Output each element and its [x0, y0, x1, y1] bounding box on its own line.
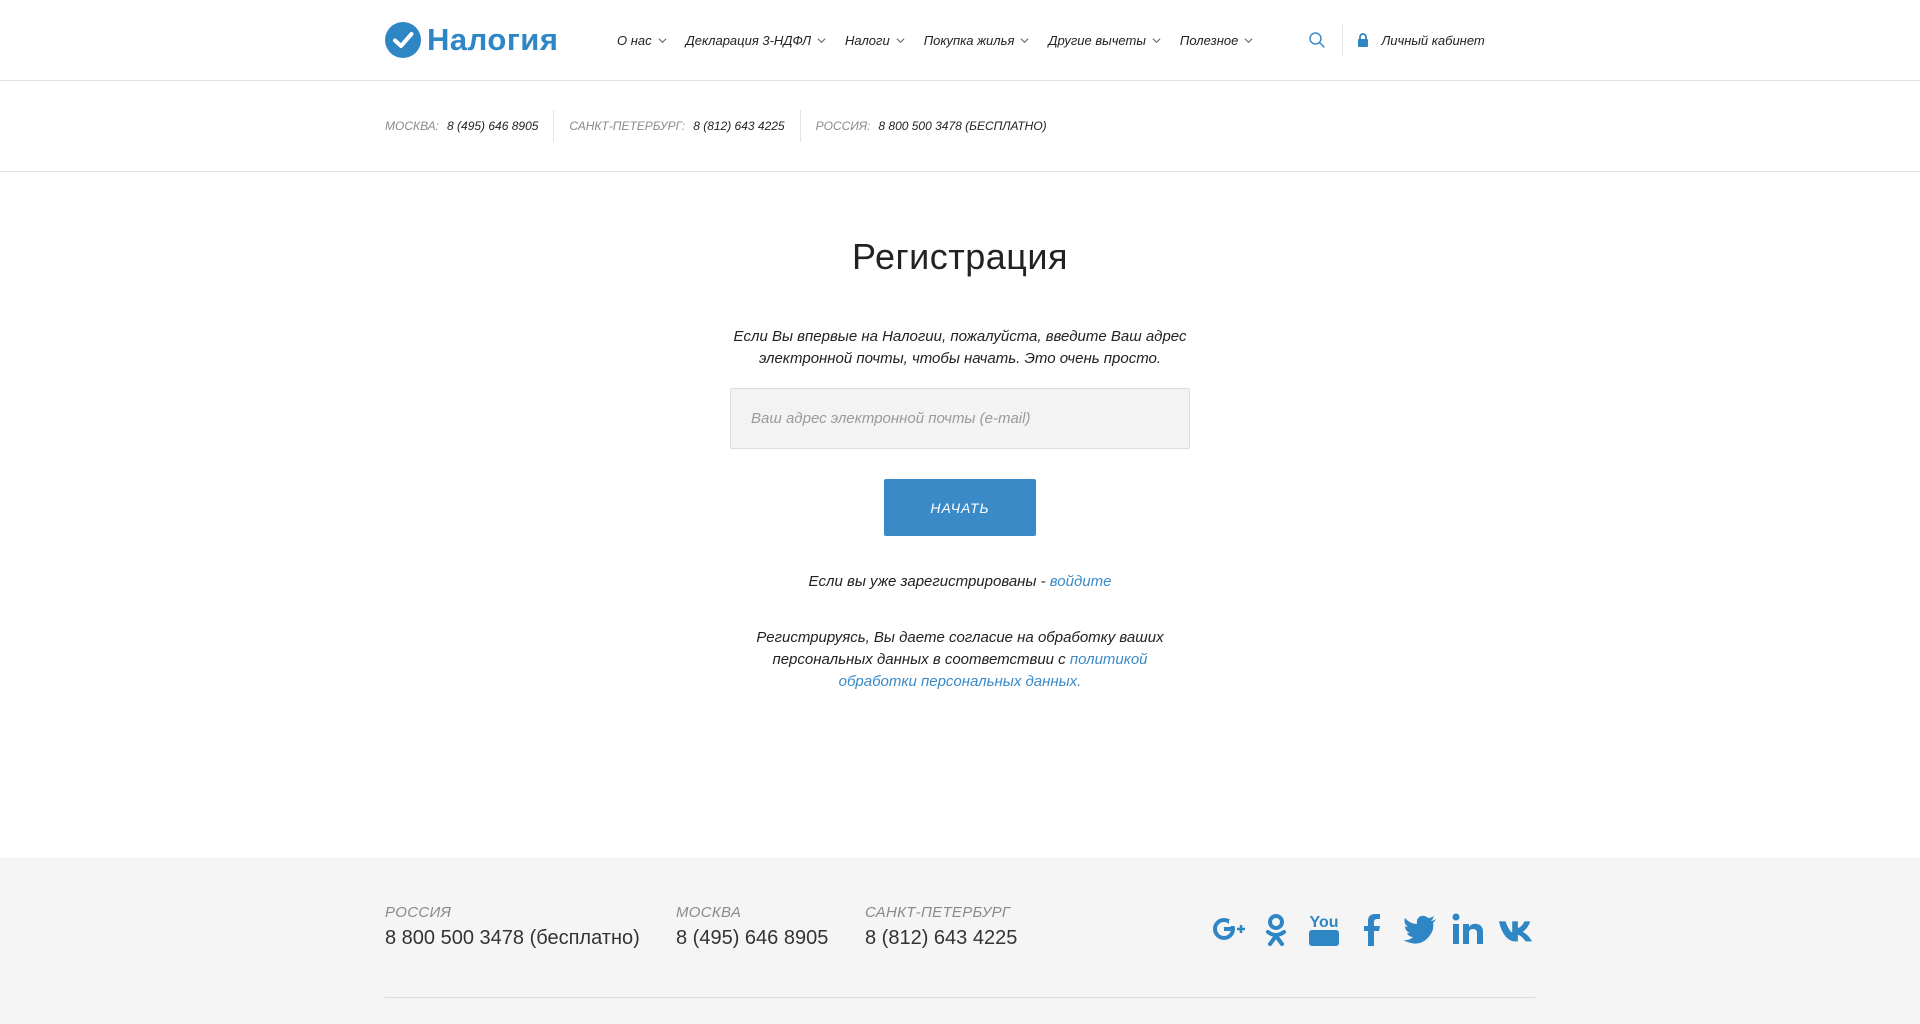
nav-item-label: Покупка жилья	[923, 32, 1015, 48]
phone-moscow: МОСКВА: 8 (495) 646 8905	[385, 119, 553, 133]
chevron-down-icon	[658, 37, 667, 43]
facebook-icon[interactable]	[1353, 910, 1391, 948]
personal-cabinet-link[interactable]: Личный кабинет	[1357, 32, 1485, 48]
chevron-down-icon	[1020, 37, 1029, 43]
logo-text: Налогия	[427, 22, 559, 57]
vk-icon[interactable]	[1497, 910, 1535, 948]
phone-number[interactable]: 8 (495) 646 8905	[447, 119, 538, 133]
footer-phone[interactable]: 8 800 500 3478 (бесплатно)	[385, 927, 640, 950]
twitter-icon[interactable]	[1401, 910, 1439, 948]
search-icon[interactable]	[1308, 31, 1326, 49]
phone-number[interactable]: 8 (812) 643 4225	[693, 119, 784, 133]
email-field[interactable]	[730, 388, 1190, 449]
footer-city: САНКТ-ПЕТЕРБУРГ	[865, 904, 1011, 921]
divider	[1342, 24, 1344, 56]
nav-item-declaration[interactable]: Декларация 3-НДФЛ	[686, 33, 826, 48]
footer-city: МОСКВА	[676, 904, 742, 921]
chevron-down-icon	[817, 37, 826, 43]
nav-item-other-deductions[interactable]: Другие вычеты	[1048, 33, 1161, 48]
footer-divider	[385, 997, 1535, 998]
header-actions: Личный кабинет	[1308, 24, 1485, 56]
nav-item-about[interactable]: О нас	[617, 33, 667, 48]
site-header: Налогия О нас Декларация 3-НДФЛ Налоги П…	[0, 0, 1920, 81]
footer-contact-spb: САНКТ-ПЕТЕРБУРГ 8 (812) 643 4225	[865, 904, 1017, 950]
phone-city: МОСКВА:	[385, 119, 440, 133]
google-plus-icon[interactable]	[1209, 910, 1247, 948]
phone-russia: РОССИЯ: 8 800 500 3478 (БЕСПЛАТНО)	[799, 110, 1062, 142]
nav-item-taxes[interactable]: Налоги	[845, 33, 905, 48]
footer-city: РОССИЯ	[385, 904, 452, 921]
login-link[interactable]: войдите	[1050, 573, 1112, 590]
phone-city: САНКТ-ПЕТЕРБУРГ:	[569, 119, 686, 133]
footer-phone[interactable]: 8 (495) 646 8905	[676, 927, 828, 950]
page-title: Регистрация	[852, 236, 1068, 277]
registration-section: Регистрация Если Вы впервые на Налогии, …	[0, 172, 1920, 858]
nav-item-label: Полезное	[1179, 32, 1239, 48]
site-footer: РОССИЯ 8 800 500 3478 (бесплатно) МОСКВА…	[0, 858, 1920, 1024]
login-prompt: Если вы уже зарегистрированы - войдите	[0, 573, 1920, 590]
footer-contact-russia: РОССИЯ 8 800 500 3478 (бесплатно)	[385, 904, 640, 950]
phone-city: РОССИЯ:	[815, 119, 871, 133]
footer-contact-moscow: МОСКВА 8 (495) 646 8905	[676, 904, 828, 950]
chevron-down-icon	[896, 37, 905, 43]
linkedin-icon[interactable]	[1449, 910, 1487, 948]
chevron-down-icon	[1152, 37, 1161, 43]
nav-item-housing[interactable]: Покупка жилья	[924, 33, 1030, 48]
social-links: You	[1199, 910, 1535, 948]
nav-item-label: О нас	[617, 32, 652, 48]
main-nav: О нас Декларация 3-НДФЛ Налоги Покупка ж…	[617, 33, 1272, 48]
phone-number[interactable]: 8 800 500 3478 (БЕСПЛАТНО)	[878, 119, 1046, 133]
phones-bar: МОСКВА: 8 (495) 646 8905 САНКТ-ПЕТЕРБУРГ…	[0, 81, 1920, 172]
youtube-label: You	[1309, 914, 1338, 931]
chevron-down-icon	[1244, 37, 1253, 43]
youtube-icon[interactable]: You	[1305, 910, 1343, 948]
check-circle-icon	[385, 22, 421, 58]
nav-item-label: Декларация 3-НДФЛ	[685, 32, 811, 48]
footer-phone[interactable]: 8 (812) 643 4225	[865, 927, 1017, 950]
intro-text: Если Вы впервые на Налогии, пожалуйста, …	[733, 328, 1187, 367]
cabinet-label: Личный кабинет	[1381, 32, 1485, 48]
phone-spb: САНКТ-ПЕТЕРБУРГ: 8 (812) 643 4225	[553, 110, 799, 142]
logo[interactable]: Налогия	[385, 22, 617, 58]
nav-item-label: Налоги	[845, 32, 890, 48]
start-button[interactable]: НАЧАТЬ	[884, 479, 1036, 536]
consent-text: Регистрируясь, Вы даете согласие на обра…	[745, 627, 1175, 693]
odnoklassniki-icon[interactable]	[1257, 910, 1295, 948]
nav-item-useful[interactable]: Полезное	[1180, 33, 1253, 48]
login-text: Если вы уже зарегистрированы -	[808, 573, 1050, 590]
nav-item-label: Другие вычеты	[1048, 32, 1146, 48]
lock-icon	[1358, 33, 1369, 47]
